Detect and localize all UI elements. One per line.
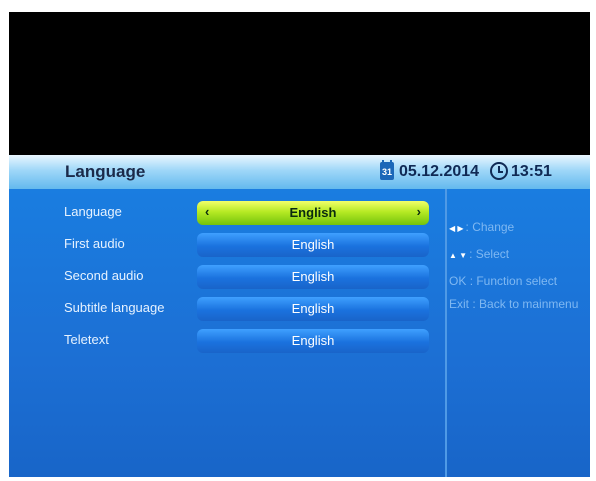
help-ok-key: OK [449,274,467,288]
tv-screen: Language 31 05.12.2014 13:51 Language ‹ … [9,12,590,477]
date-display: 05.12.2014 [399,163,480,180]
setting-label: First audio [64,236,125,251]
help-select: ▲ ▼: Select [449,247,509,261]
setting-value: English [289,205,337,220]
help-exit-text: : Back to mainmenu [472,297,579,311]
help-ok: OK : Function select [449,274,557,288]
menu-header: Language 31 05.12.2014 13:51 [9,155,590,189]
first-audio-selector[interactable]: English [197,233,429,257]
setting-row-language[interactable]: Language ‹ English › [64,201,429,225]
setting-row-second-audio[interactable]: Second audio English [64,265,429,289]
teletext-selector[interactable]: English [197,329,429,353]
setting-value: English [291,269,335,284]
setting-label: Second audio [64,268,144,283]
calendar-icon: 31 [380,160,394,180]
panel-divider [445,189,447,477]
time-display: 13:51 [511,163,552,180]
subtitle-language-selector[interactable]: English [197,297,429,321]
setting-value: English [291,237,335,252]
second-audio-selector[interactable]: English [197,265,429,289]
setting-row-teletext[interactable]: Teletext English [64,329,429,353]
settings-panel: Language ‹ English › First audio English… [9,189,590,477]
help-ok-text: : Function select [469,274,558,288]
help-exit: Exit : Back to mainmenu [449,297,578,311]
clock-icon [490,162,508,180]
help-exit-key: Exit [449,297,470,311]
setting-label: Teletext [64,332,109,347]
setting-row-first-audio[interactable]: First audio English [64,233,429,257]
setting-value: English [291,333,335,348]
setting-row-subtitle-language[interactable]: Subtitle language English [64,297,429,321]
left-right-arrows-icon: ◀ ▶ [449,224,464,233]
setting-label: Subtitle language [64,300,165,315]
help-change-text: : Change [465,220,515,234]
page-title: Language [65,162,146,181]
help-select-text: : Select [469,247,510,261]
setting-label: Language [64,204,122,219]
help-change: ◀ ▶: Change [449,220,514,234]
language-selector[interactable]: ‹ English › [197,201,429,225]
chevron-right-icon[interactable]: › [417,204,421,219]
setting-value: English [291,301,335,316]
up-down-arrows-icon: ▲ ▼ [449,251,468,260]
